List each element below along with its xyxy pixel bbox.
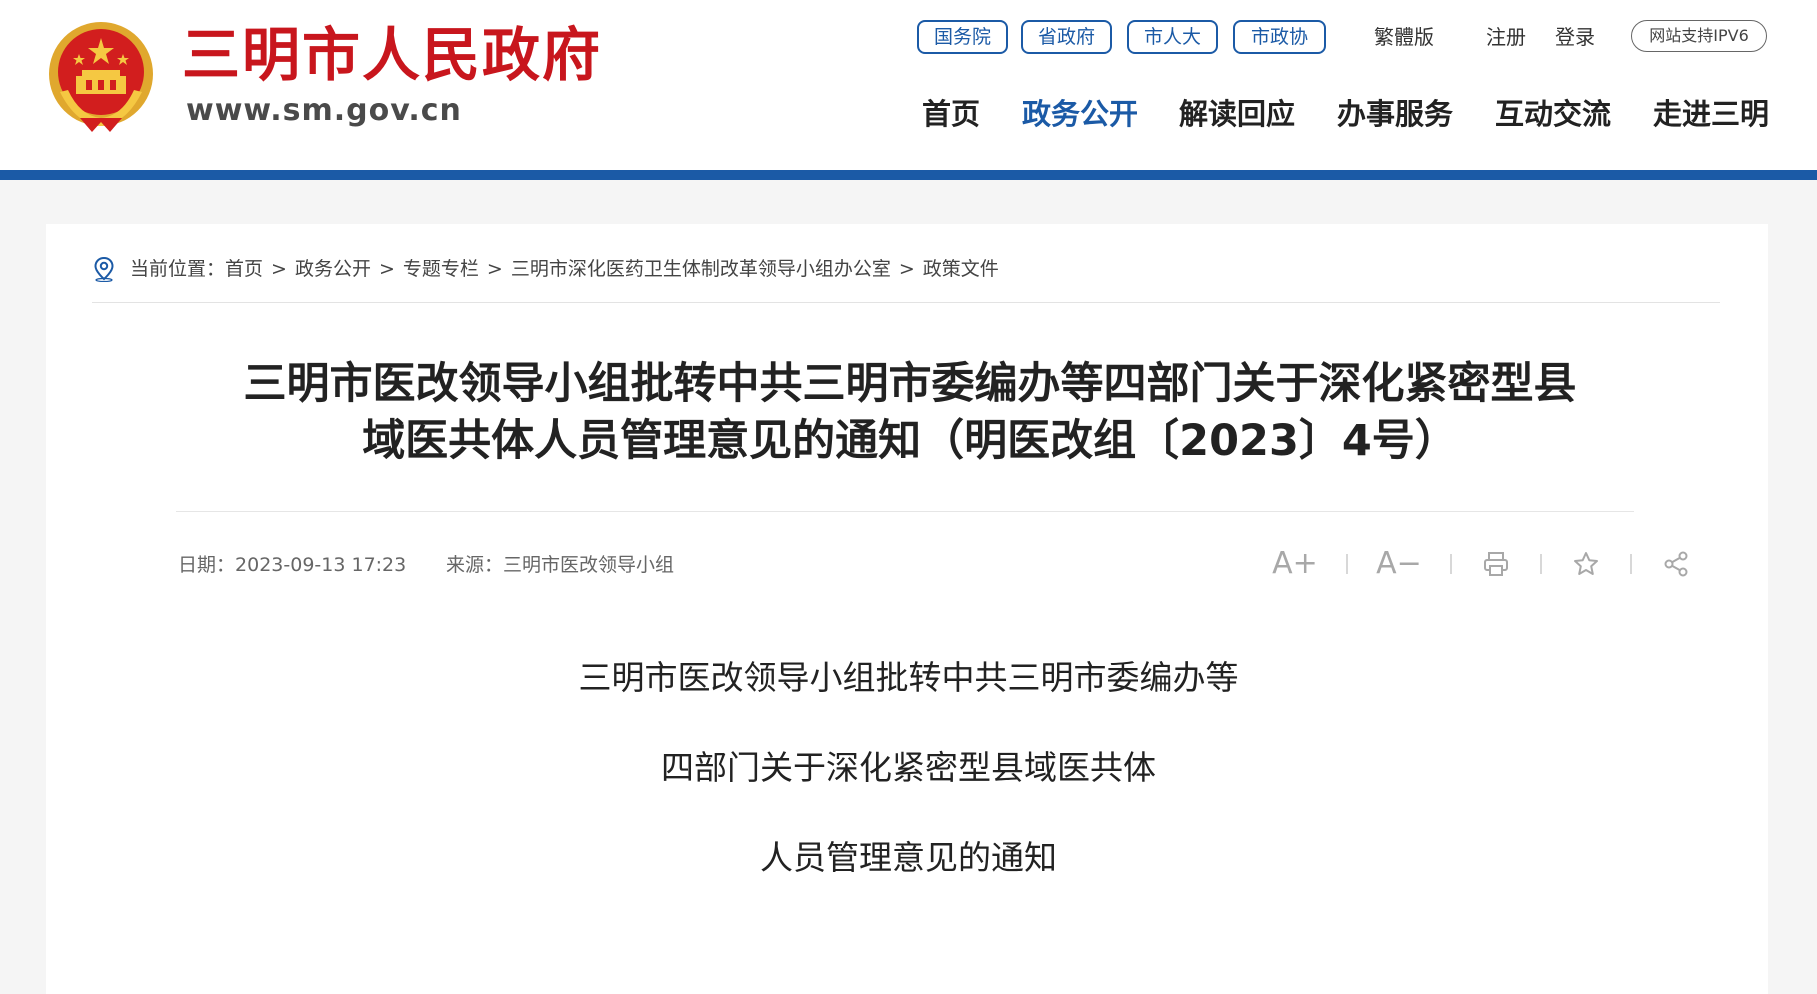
font-increase-button[interactable]: A+	[1270, 546, 1320, 582]
breadcrumb-special-topics[interactable]: 专题专栏	[403, 252, 479, 286]
print-button[interactable]	[1478, 546, 1514, 582]
date-label: 日期：	[178, 554, 236, 576]
breadcrumb-separator: >	[271, 258, 287, 280]
national-emblem-icon[interactable]	[46, 18, 156, 136]
article-tools: A+ A−	[1270, 546, 1694, 582]
site-header: 三明市人民政府 www.sm.gov.cn 国务院 省政府 市人大 市政协 繁體…	[0, 0, 1817, 170]
share-icon	[1664, 551, 1688, 577]
document-heading-line: 三明市医改领导小组批转中共三明市委编办等	[578, 658, 1239, 697]
breadcrumb-policy-documents[interactable]: 政策文件	[923, 252, 999, 286]
nav-services[interactable]: 办事服务	[1337, 92, 1453, 136]
tool-separator	[1630, 554, 1632, 574]
tool-separator	[1450, 554, 1452, 574]
breadcrumb-government-affairs[interactable]: 政务公开	[295, 252, 371, 286]
breadcrumb-reform-office[interactable]: 三明市深化医药卫生体制改革领导小组办公室	[511, 252, 891, 286]
top-link-municipal-congress[interactable]: 市人大	[1127, 20, 1218, 54]
register-link[interactable]: 注册	[1486, 20, 1526, 54]
tool-separator	[1346, 554, 1348, 574]
top-link-provincial-government[interactable]: 省政府	[1021, 20, 1112, 54]
source-label: 来源：	[446, 554, 504, 576]
breadcrumb: 当前位置： 首页 > 政务公开 > 专题专栏 > 三明市深化医药卫生体制改革领导…	[92, 252, 999, 286]
header-divider-bar	[0, 170, 1817, 180]
article-title-line: 三明市医改领导小组批转中共三明市委编办等四部门关于深化紧密型县	[243, 359, 1577, 409]
article-title: 三明市医改领导小组批转中共三明市委编办等四部门关于深化紧密型县 域医共体人员管理…	[160, 356, 1660, 470]
breadcrumb-divider	[92, 302, 1720, 303]
favorite-button[interactable]	[1568, 546, 1604, 582]
top-link-municipal-cppcc[interactable]: 市政协	[1233, 20, 1326, 54]
title-divider	[176, 511, 1634, 512]
tool-separator	[1540, 554, 1542, 574]
font-decrease-button[interactable]: A−	[1374, 546, 1424, 582]
source-value: 三明市医改领导小组	[503, 554, 675, 576]
nav-home[interactable]: 首页	[922, 92, 980, 136]
breadcrumb-home[interactable]: 首页	[225, 252, 263, 286]
nav-interpretation[interactable]: 解读回应	[1179, 92, 1295, 136]
document-heading-line: 四部门关于深化紧密型县域医共体	[661, 748, 1156, 787]
breadcrumb-prefix: 当前位置：	[130, 258, 226, 280]
breadcrumb-separator: >	[898, 258, 915, 280]
article-date: 日期：2023-09-13 17:23	[178, 550, 406, 580]
site-url[interactable]: www.sm.gov.cn	[186, 92, 462, 130]
nav-interaction[interactable]: 互动交流	[1495, 92, 1611, 136]
share-button[interactable]	[1658, 546, 1694, 582]
print-icon	[1484, 552, 1508, 576]
document-heading-line: 人员管理意见的通知	[760, 838, 1057, 877]
star-icon	[1574, 552, 1598, 575]
ipv6-badge: 网站支持IPV6	[1631, 20, 1767, 52]
breadcrumb-separator: >	[486, 258, 503, 280]
article-source: 来源：三明市医改领导小组	[446, 550, 674, 580]
breadcrumb-separator: >	[378, 258, 395, 280]
site-name[interactable]: 三明市人民政府	[182, 22, 602, 88]
traditional-chinese-link[interactable]: 繁體版	[1374, 20, 1434, 54]
nav-government-affairs[interactable]: 政务公开	[1022, 92, 1138, 136]
date-value: 2023-09-13 17:23	[235, 554, 407, 576]
top-link-state-council[interactable]: 国务院	[917, 20, 1008, 54]
article-title-line: 域医共体人员管理意见的通知（明医改组〔2023〕4号）	[362, 416, 1458, 466]
location-pin-icon	[94, 256, 114, 282]
login-link[interactable]: 登录	[1555, 20, 1595, 54]
nav-about-sanming[interactable]: 走进三明	[1653, 92, 1769, 136]
